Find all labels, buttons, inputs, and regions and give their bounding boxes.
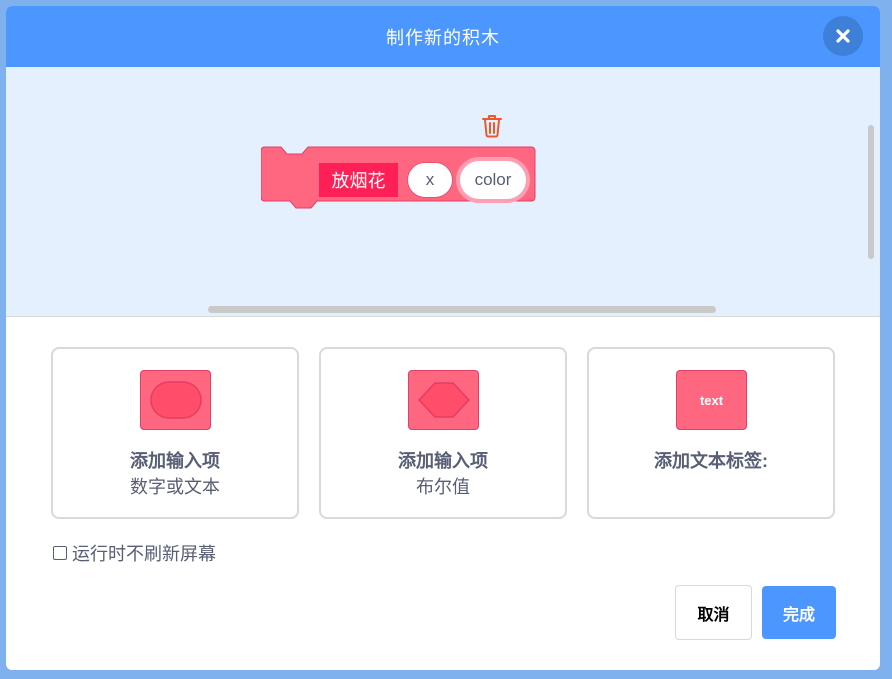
block-workspace[interactable]: 放烟花 x color xyxy=(6,67,880,317)
block-name-field[interactable]: 放烟花 xyxy=(319,163,398,197)
block-input-color[interactable]: color xyxy=(460,161,526,199)
option-preview xyxy=(408,370,479,430)
vertical-scrollbar[interactable] xyxy=(868,125,874,259)
hexagon-input-icon xyxy=(417,382,470,418)
ok-button[interactable]: 完成 xyxy=(762,586,836,639)
option-title: 添加输入项 xyxy=(130,451,220,471)
run-without-refresh-checkbox[interactable] xyxy=(53,546,67,560)
round-input-icon xyxy=(149,381,202,419)
cancel-button[interactable]: 取消 xyxy=(675,585,752,640)
option-title: 添加文本标签: xyxy=(654,451,768,471)
add-text-label-button[interactable]: text 添加文本标签: xyxy=(587,347,835,519)
dialog-title: 制作新的积木 xyxy=(386,27,500,48)
dialog-header: 制作新的积木 xyxy=(6,6,880,67)
add-boolean-input-button[interactable]: 添加输入项 布尔值 xyxy=(319,347,567,519)
run-without-refresh-row[interactable]: 运行时不刷新屏幕 xyxy=(53,541,216,565)
block-input-x[interactable]: x xyxy=(407,162,453,198)
add-number-text-input-button[interactable]: 添加输入项 数字或文本 xyxy=(51,347,299,519)
close-icon xyxy=(836,29,850,43)
option-preview xyxy=(140,370,211,430)
delete-input-button[interactable] xyxy=(480,113,504,139)
option-subtitle: 数字或文本 xyxy=(130,477,220,497)
text-label-icon: text xyxy=(699,392,724,408)
run-without-refresh-label: 运行时不刷新屏幕 xyxy=(72,544,216,564)
trash-icon xyxy=(482,115,502,138)
option-preview: text xyxy=(676,370,747,430)
add-input-options: 添加输入项 数字或文本 添加输入项 布尔值 text 添加文本标签: xyxy=(51,347,835,519)
custom-block-dialog: 制作新的积木 放烟花 x color 添加输入项 数字或文本 添加输入项 布尔值… xyxy=(6,6,880,670)
close-button[interactable] xyxy=(823,16,863,56)
option-subtitle: 布尔值 xyxy=(416,477,470,497)
horizontal-scrollbar[interactable] xyxy=(208,306,716,313)
option-title: 添加输入项 xyxy=(398,451,488,471)
